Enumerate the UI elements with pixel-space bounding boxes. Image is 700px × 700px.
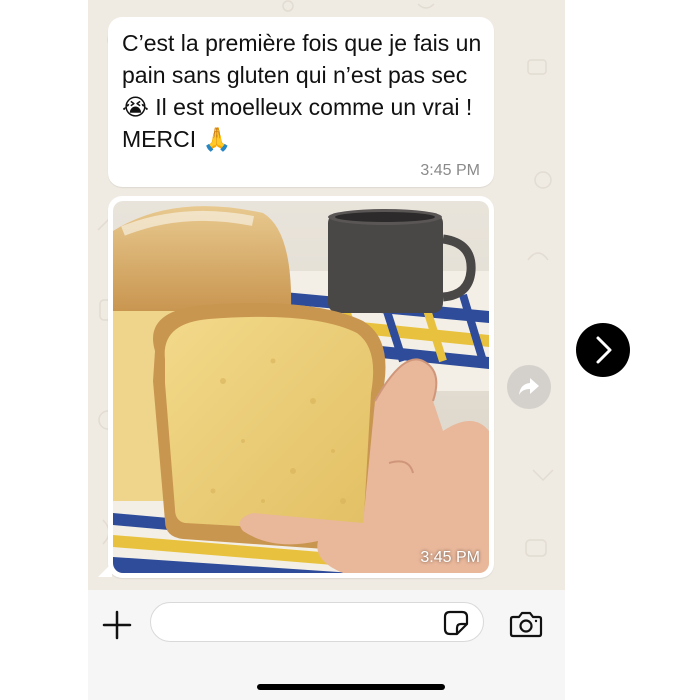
- forward-arrow-icon: [519, 378, 539, 395]
- chevron-right-icon: [596, 336, 612, 364]
- message-input[interactable]: [150, 602, 484, 642]
- message-bubble-image[interactable]: 3:45 PM: [108, 196, 494, 578]
- sticker-icon[interactable]: [443, 610, 469, 636]
- camera-icon[interactable]: [509, 610, 543, 638]
- bubble-tail: [98, 563, 112, 577]
- message-text: C’est la première fois que je fais un pa…: [122, 30, 482, 152]
- plus-icon[interactable]: [102, 610, 132, 640]
- forward-button[interactable]: [507, 365, 551, 409]
- message-timestamp: 3:45 PM: [420, 162, 480, 179]
- chat-screen: C’est la première fois que je fais un pa…: [88, 0, 565, 700]
- image-timestamp: 3:45 PM: [420, 549, 480, 566]
- message-input-bar: [88, 590, 565, 700]
- next-button[interactable]: [576, 323, 630, 377]
- bread-photo[interactable]: [113, 201, 489, 573]
- home-indicator: [257, 684, 445, 690]
- message-bubble-text[interactable]: C’est la première fois que je fais un pa…: [108, 17, 494, 187]
